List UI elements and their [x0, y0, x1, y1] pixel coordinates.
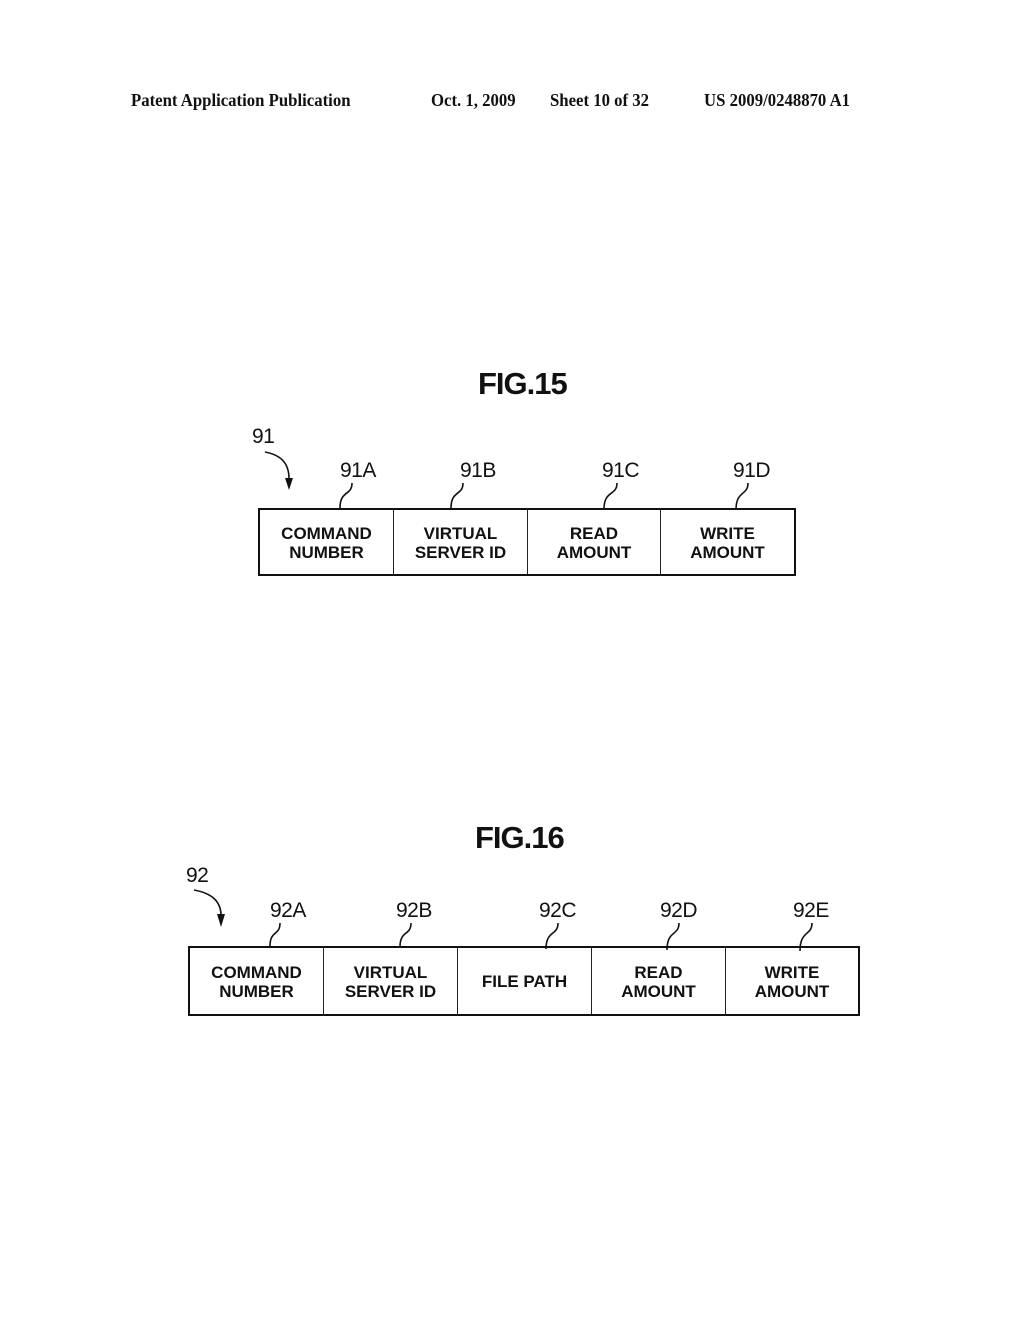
field-ref-92B: 92B	[396, 899, 432, 922]
field-ref-91D: 91D	[733, 459, 771, 482]
field-label: WRITE AMOUNT	[754, 962, 830, 1001]
field-command-number: COMMAND NUMBER	[190, 948, 324, 1014]
field-label: FILE PATH	[481, 972, 568, 991]
leader-92B	[399, 922, 412, 948]
record-format-91: COMMAND NUMBER VIRTUAL SERVER ID READ AM…	[258, 508, 796, 576]
leader-lines	[193, 451, 813, 952]
field-label: COMMAND NUMBER	[211, 962, 302, 1001]
ref-arrow-92	[193, 889, 222, 919]
figure-15-title: FIG.15	[478, 366, 568, 401]
leader-91A	[339, 482, 353, 509]
figure-16-ref: 92	[186, 864, 209, 887]
arrowhead-91	[285, 478, 293, 490]
patent-number: US 2009/0248870 A1	[704, 90, 851, 110]
ref-arrow-91	[264, 451, 290, 483]
publication-label: Patent Application Publication	[131, 90, 351, 110]
field-ref-92C: 92C	[539, 899, 577, 922]
field-ref-92E: 92E	[793, 899, 829, 922]
field-write-amount: WRITE AMOUNT	[661, 510, 794, 574]
field-read-amount: READ AMOUNT	[528, 510, 661, 574]
field-ref-91A: 91A	[340, 459, 376, 482]
publication-date: Oct. 1, 2009	[431, 90, 516, 110]
arrowhead-92	[217, 914, 225, 927]
sheet-number: Sheet 10 of 32	[550, 90, 650, 110]
field-label: READ AMOUNT	[556, 523, 632, 562]
figure-16-title: FIG.16	[475, 820, 565, 855]
field-file-path: FILE PATH	[458, 948, 592, 1014]
leader-91D	[735, 482, 749, 511]
figure-15-ref: 91	[252, 425, 275, 448]
field-label: WRITE AMOUNT	[690, 523, 765, 562]
field-ref-91C: 91C	[602, 459, 640, 482]
field-command-number: COMMAND NUMBER	[260, 510, 394, 574]
record-format-92: COMMAND NUMBER VIRTUAL SERVER ID FILE PA…	[188, 946, 860, 1016]
field-label: READ AMOUNT	[621, 962, 696, 1001]
field-label: VIRTUAL SERVER ID	[344, 962, 437, 1001]
field-label: VIRTUAL SERVER ID	[414, 523, 507, 562]
field-write-amount: WRITE AMOUNT	[726, 948, 858, 1014]
field-ref-92D: 92D	[660, 899, 698, 922]
field-virtual-server-id: VIRTUAL SERVER ID	[394, 510, 528, 574]
field-ref-91B: 91B	[460, 459, 496, 482]
leader-91B	[450, 482, 464, 509]
leader-92A	[269, 922, 281, 947]
field-label: COMMAND NUMBER	[281, 523, 372, 562]
field-ref-92A: 92A	[270, 899, 306, 922]
leader-91C	[603, 482, 618, 510]
field-virtual-server-id: VIRTUAL SERVER ID	[324, 948, 458, 1014]
field-read-amount: READ AMOUNT	[592, 948, 726, 1014]
